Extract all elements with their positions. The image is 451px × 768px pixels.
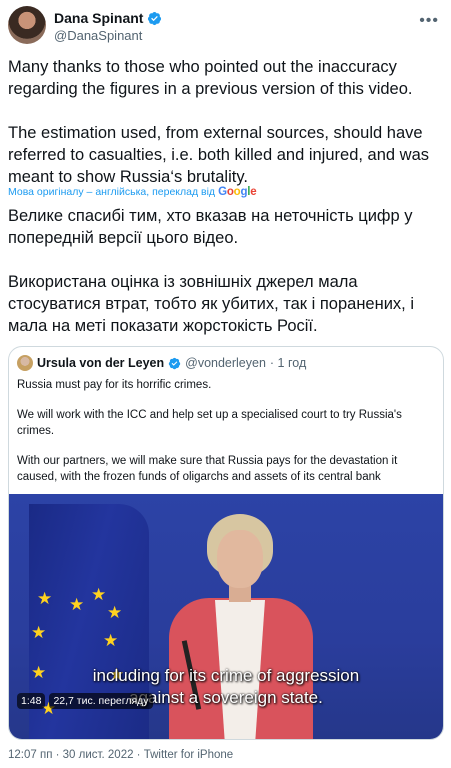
video-views: 22,7 тис. перегляду <box>49 693 153 709</box>
quoted-author-name[interactable]: Ursula von der Leyen <box>37 356 164 370</box>
author-name[interactable]: Dana Spinant <box>54 10 143 26</box>
flag-star-icon: ★ <box>37 589 53 608</box>
quoted-paragraph: Russia must pay for its horrific crimes. <box>17 379 212 391</box>
avatar[interactable] <box>8 6 46 44</box>
quoted-author-handle[interactable]: @vonderleyen <box>185 356 266 370</box>
verified-badge-icon <box>148 11 162 25</box>
video-badges: 1:48 22,7 тис. перегляду <box>17 693 153 709</box>
quoted-tweet-text: Russia must pay for its horrific crimes.… <box>17 377 435 499</box>
translated-paragraph: Використана оцінка із зовнішніх джерел м… <box>8 273 415 335</box>
translation-note-text[interactable]: Мова оригіналу – англійська, переклад ві… <box>8 186 215 198</box>
flag-star-icon: ★ <box>69 595 85 614</box>
more-options-icon[interactable]: ••• <box>419 12 439 30</box>
google-logo: Google <box>218 186 257 198</box>
quoted-paragraph: We will work with the ICC and help set u… <box>17 409 402 437</box>
video-player[interactable]: ★ ★ ★ ★ ★ ★ ★ ★ ★ including for its crim… <box>9 494 443 739</box>
author-name-row: Dana Spinant <box>54 10 162 26</box>
tweet-paragraph: The estimation used, from external sourc… <box>8 124 429 186</box>
author-handle[interactable]: @DanaSpinant <box>54 28 142 43</box>
translated-text: Велике спасибі тим, хто вказав на неточн… <box>8 205 446 359</box>
quoted-avatar[interactable] <box>17 355 33 371</box>
translation-note[interactable]: Мова оригіналу – англійська, переклад ві… <box>8 186 257 198</box>
tweet-header: Dana Spinant @DanaSpinant ••• <box>8 4 443 48</box>
quoted-tweet-header: Ursula von der Leyen @vonderleyen · 1 го… <box>17 355 306 371</box>
flag-star-icon: ★ <box>91 585 107 604</box>
flag-star-icon: ★ <box>107 603 123 622</box>
quoted-tweet[interactable]: Ursula von der Leyen @vonderleyen · 1 го… <box>8 346 444 740</box>
quoted-paragraph: With our partners, we will make sure tha… <box>17 455 398 483</box>
tweet-paragraph: Many thanks to those who pointed out the… <box>8 58 413 98</box>
flag-star-icon: ★ <box>31 623 47 642</box>
video-duration: 1:48 <box>17 693 46 709</box>
flag-star-icon: ★ <box>103 631 119 650</box>
video-subtitle: including for its crime of aggression <box>92 666 360 685</box>
translated-paragraph: Велике спасибі тим, хто вказав на неточн… <box>8 207 413 247</box>
verified-badge-icon <box>168 357 181 369</box>
quoted-timestamp[interactable]: · 1 год <box>270 356 306 370</box>
tweet-metadata[interactable]: 12:07 пп · 30 лист. 2022 · Twitter for i… <box>8 749 233 761</box>
